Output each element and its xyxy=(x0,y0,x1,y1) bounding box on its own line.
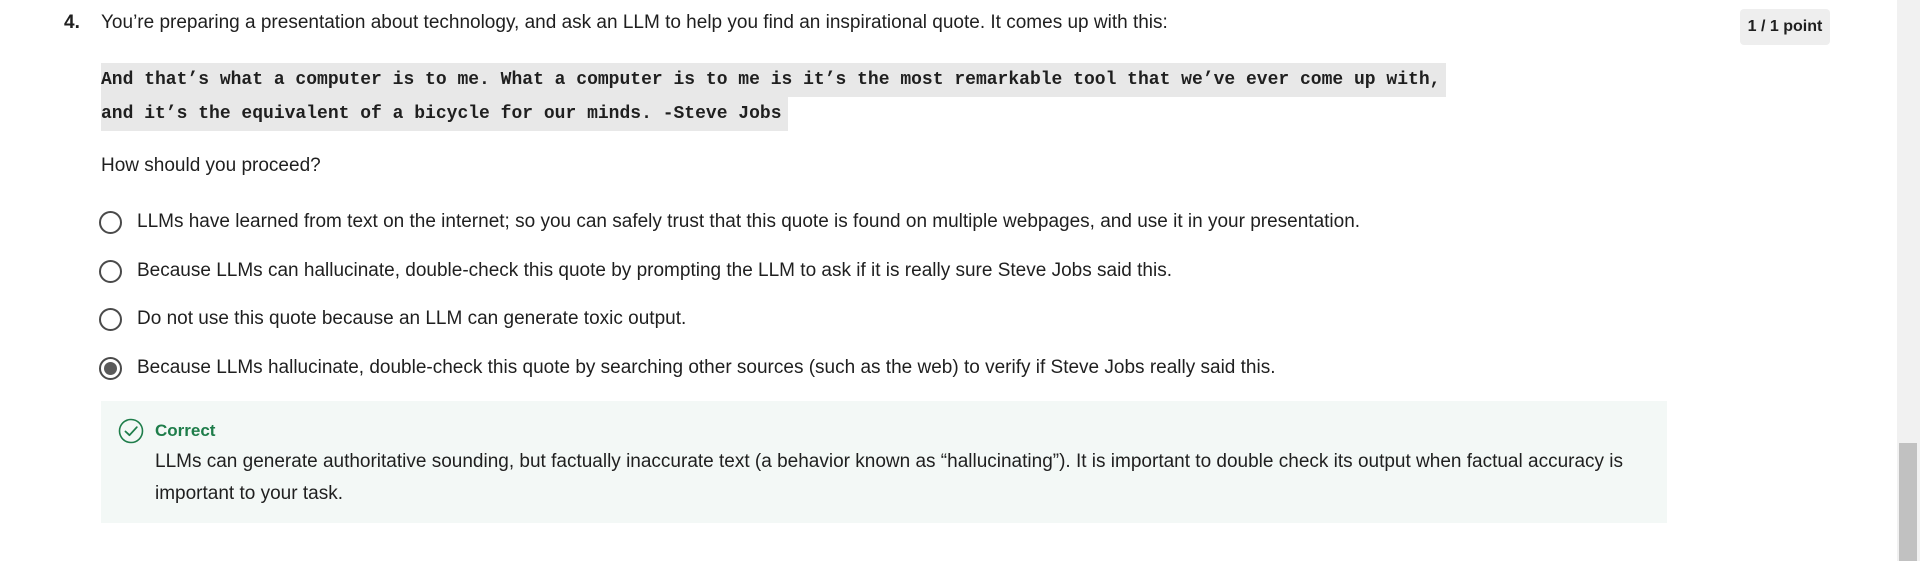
feedback-text: LLMs can generate authoritative sounding… xyxy=(155,451,1624,504)
option-label: Do not use this quote because an LLM can… xyxy=(137,308,687,329)
radio-button-selected[interactable] xyxy=(99,356,122,380)
quote-line: and it’s the equivalent of a bicycle for… xyxy=(101,97,788,131)
radio-button[interactable] xyxy=(99,259,122,283)
points-badge: 1 / 1 point xyxy=(1740,9,1830,45)
quiz-page: 4. You’re preparing a presentation about… xyxy=(0,0,1920,561)
check-circle-icon xyxy=(118,418,144,444)
question-text: You’re preparing a presentation about te… xyxy=(101,12,1168,33)
radio-button[interactable] xyxy=(99,210,122,234)
feedback-panel: Correct LLMs can generate authoritative … xyxy=(101,401,1667,523)
option-label: LLMs have learned from text on the inter… xyxy=(137,211,1361,232)
question-number: 4. xyxy=(64,12,80,33)
quote-block: And that’s what a computer is to me. Wha… xyxy=(101,63,1447,131)
radio-button[interactable] xyxy=(99,307,122,331)
option-label: Because LLMs can hallucinate, double-che… xyxy=(137,260,1172,281)
scrollbar-thumb[interactable] xyxy=(1899,443,1917,561)
quote-line: And that’s what a computer is to me. Wha… xyxy=(101,63,1447,97)
option-label: Because LLMs hallucinate, double-check t… xyxy=(137,357,1276,378)
answer-option-3[interactable]: Do not use this quote because an LLM can… xyxy=(99,304,686,334)
question-prompt: How should you proceed? xyxy=(101,155,321,176)
feedback-title: Correct xyxy=(155,421,216,440)
answer-option-4[interactable]: Because LLMs hallucinate, double-check t… xyxy=(99,353,1275,383)
answer-option-2[interactable]: Because LLMs can hallucinate, double-che… xyxy=(99,256,1172,286)
answer-option-1[interactable]: LLMs have learned from text on the inter… xyxy=(99,207,1360,237)
